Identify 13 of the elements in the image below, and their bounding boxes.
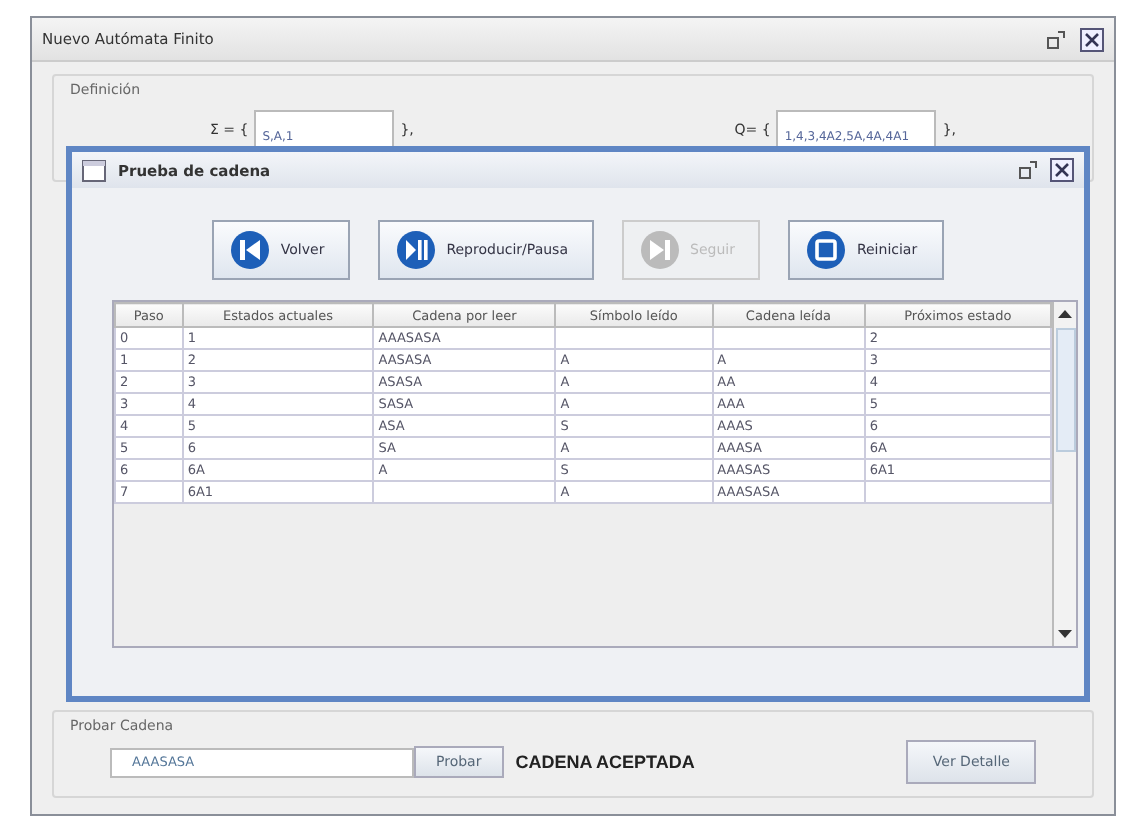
rewind-icon [230,230,271,270]
scroll-down-icon[interactable] [1056,626,1074,642]
window-icon [82,159,106,181]
scrollbar[interactable] [1052,302,1076,646]
restore-icon[interactable] [1018,160,1038,180]
reset-icon [806,230,847,270]
close-icon[interactable] [1050,158,1074,182]
restore-icon[interactable] [1046,29,1066,49]
result-text: CADENA ACEPTADA [515,752,695,772]
forward-icon [640,230,680,270]
close-icon[interactable] [1080,27,1104,51]
play-pause-icon [396,230,437,270]
scroll-up-icon[interactable] [1056,306,1074,322]
